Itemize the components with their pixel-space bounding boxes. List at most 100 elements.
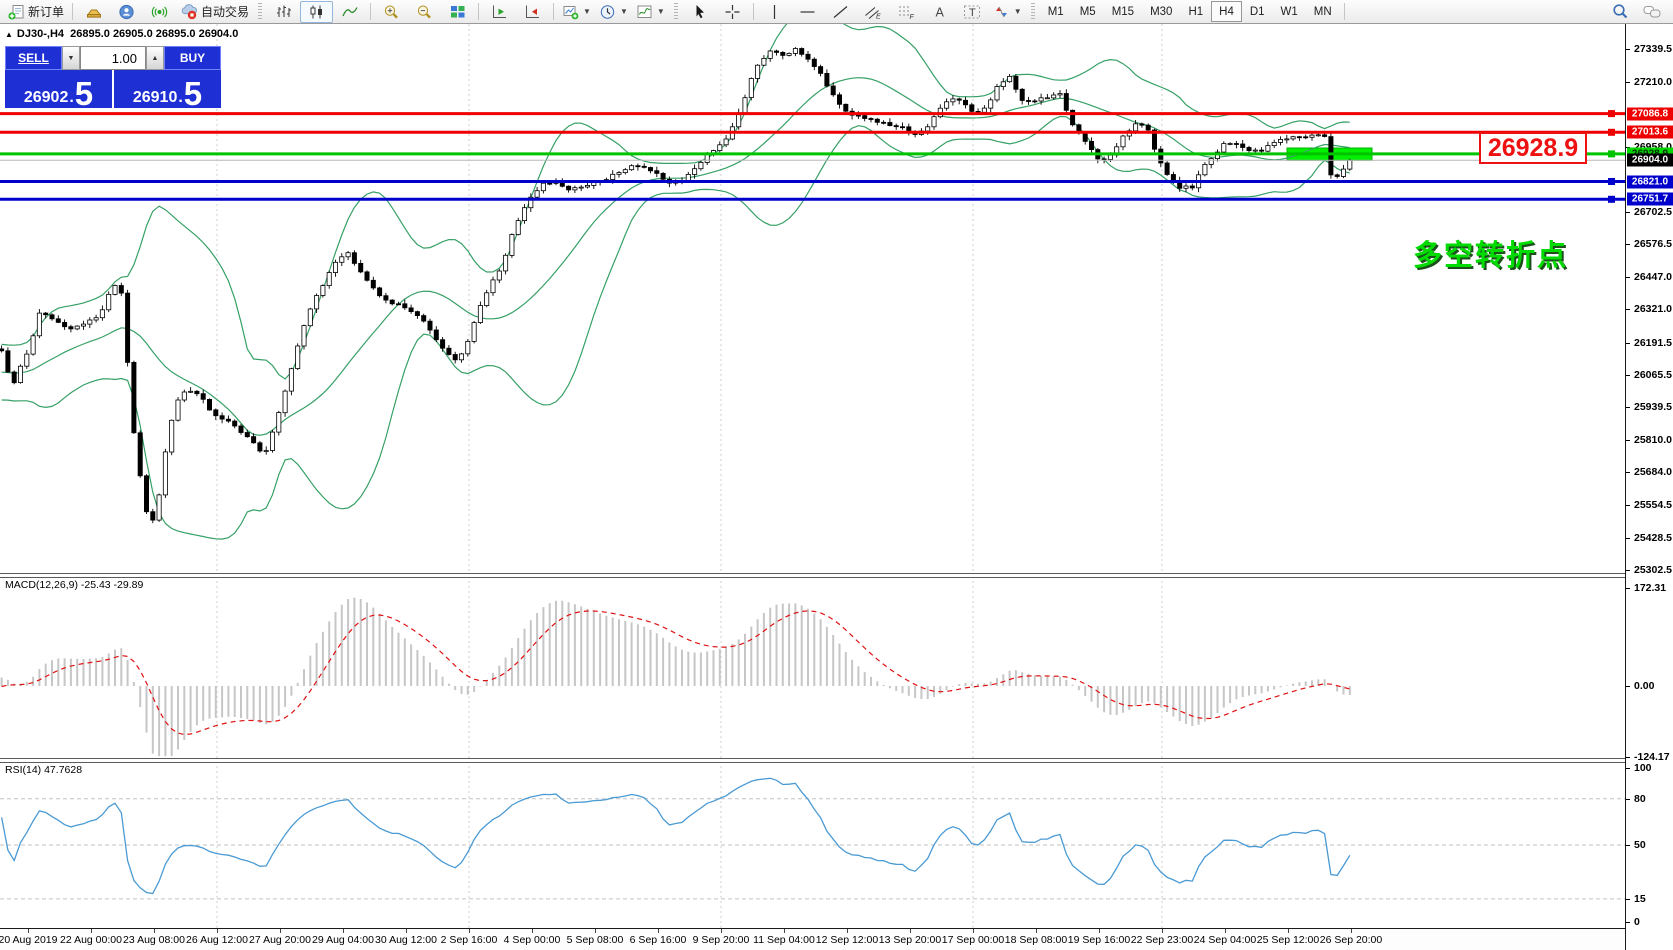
cursor-button[interactable] bbox=[683, 1, 716, 23]
line-handle[interactable] bbox=[1608, 150, 1615, 157]
collapse-panel-icon[interactable]: ▲ bbox=[5, 30, 13, 39]
rsi-axis-tick: 100 bbox=[1634, 762, 1652, 774]
timeframe-button-m15[interactable]: M15 bbox=[1104, 1, 1142, 22]
volume-input[interactable]: 1.00 bbox=[80, 46, 146, 70]
rsi-axis-tick: 15 bbox=[1634, 893, 1646, 905]
text-button[interactable]: A bbox=[923, 1, 956, 23]
x-axis-label: 9 Sep 20:00 bbox=[693, 934, 750, 946]
y-axis-tick: 26191.5 bbox=[1634, 337, 1672, 349]
chat-button[interactable] bbox=[1636, 1, 1669, 23]
axis-tick-mark bbox=[1626, 244, 1630, 245]
indicator-icon bbox=[636, 4, 653, 20]
line-handle[interactable] bbox=[1608, 110, 1615, 117]
indicator-button[interactable]: ▼ bbox=[632, 1, 669, 23]
volume-decrease-button[interactable]: ▼ bbox=[62, 46, 80, 70]
axis-tick-mark bbox=[1626, 799, 1630, 800]
x-axis-label: 22 Sep 23:00 bbox=[1131, 934, 1193, 946]
time-tick-mark bbox=[1288, 929, 1289, 933]
rsi-axis-tick: 80 bbox=[1634, 793, 1646, 805]
label-button[interactable]: T bbox=[956, 1, 989, 23]
new-chart-button[interactable]: ▼ bbox=[558, 1, 595, 23]
period-clock-icon bbox=[599, 4, 616, 20]
x-axis-label: 29 Aug 04:00 bbox=[312, 934, 374, 946]
axis-tick-mark bbox=[1626, 505, 1630, 506]
y-axis-tick: 27210.0 bbox=[1634, 76, 1672, 88]
new-order-button[interactable]: 新订单 bbox=[4, 1, 68, 23]
time-tick-mark bbox=[721, 929, 722, 933]
search-button[interactable] bbox=[1603, 1, 1636, 23]
timeframe-button-m5[interactable]: M5 bbox=[1072, 1, 1104, 22]
timeframe-button-h1[interactable]: H1 bbox=[1180, 1, 1211, 22]
history-button[interactable] bbox=[77, 1, 110, 23]
pane-divider[interactable] bbox=[0, 758, 1625, 763]
horizontal-line-button[interactable] bbox=[791, 1, 824, 23]
period-button[interactable]: ▼ bbox=[595, 1, 632, 23]
toolbar-grip[interactable] bbox=[1031, 3, 1035, 21]
tile-windows-button[interactable] bbox=[441, 1, 474, 23]
timeframe-button-h4[interactable]: H4 bbox=[1211, 1, 1242, 22]
arrows-icon bbox=[993, 4, 1010, 20]
toolbar-separator bbox=[478, 3, 479, 20]
new-order-icon bbox=[8, 4, 25, 20]
channel-button[interactable]: E bbox=[857, 1, 890, 23]
x-axis-label: 18 Sep 08:00 bbox=[1005, 934, 1067, 946]
toolbar-grip[interactable] bbox=[674, 3, 678, 21]
turning-point-annotation[interactable]: 多空转折点 bbox=[1413, 232, 1568, 274]
crosshair-button[interactable] bbox=[716, 1, 749, 23]
y-axis-tick: 25302.5 bbox=[1634, 564, 1672, 576]
y-axis-tick: 26576.5 bbox=[1634, 238, 1672, 250]
fibonacci-button[interactable]: F bbox=[890, 1, 923, 23]
timeframe-button-mn[interactable]: MN bbox=[1306, 1, 1340, 22]
rsi-label: RSI(14) 47.7628 bbox=[5, 764, 82, 776]
rsi-pane-canvas[interactable] bbox=[0, 761, 1625, 928]
pane-divider[interactable] bbox=[0, 573, 1625, 578]
line-handle[interactable] bbox=[1608, 178, 1615, 185]
svg-text:E: E bbox=[876, 13, 881, 20]
sell-price-main: 26902 bbox=[24, 88, 69, 107]
line-handle[interactable] bbox=[1608, 196, 1615, 203]
price-tag: 26904.0 bbox=[1627, 154, 1673, 167]
y-axis-tick: 27339.5 bbox=[1634, 43, 1672, 55]
toolbar-separator bbox=[553, 3, 554, 20]
buy-price[interactable]: 26910 . 5 bbox=[114, 70, 221, 108]
axis-tick-mark bbox=[1626, 472, 1630, 473]
candlestick-button[interactable] bbox=[300, 1, 333, 23]
line-handle[interactable] bbox=[1608, 129, 1615, 136]
y-axis-tick: 25428.5 bbox=[1634, 532, 1672, 544]
axis-tick-mark bbox=[1626, 212, 1630, 213]
axis-tick-mark bbox=[1626, 588, 1630, 589]
line-chart-button[interactable] bbox=[333, 1, 366, 23]
timeframe-button-w1[interactable]: W1 bbox=[1273, 1, 1306, 22]
bar-chart-button[interactable] bbox=[267, 1, 300, 23]
timeframe-button-m1[interactable]: M1 bbox=[1040, 1, 1072, 22]
axis-tick-mark bbox=[1626, 82, 1630, 83]
price-axis[interactable]: 27339.527210.026958.026702.526576.526447… bbox=[1625, 24, 1673, 950]
sell-button[interactable]: SELL bbox=[5, 46, 62, 70]
auto-scroll-button[interactable] bbox=[483, 1, 516, 23]
vertical-line-button[interactable] bbox=[758, 1, 791, 23]
arrows-button[interactable]: ▼ bbox=[989, 1, 1026, 23]
chart-shift-button[interactable] bbox=[516, 1, 549, 23]
buy-button[interactable]: BUY bbox=[164, 46, 221, 70]
x-axis-label: 6 Sep 16:00 bbox=[630, 934, 687, 946]
timeframe-button-m30[interactable]: M30 bbox=[1142, 1, 1180, 22]
auto-trading-button[interactable]: 自动交易 bbox=[176, 1, 253, 23]
toolbar-grip[interactable] bbox=[258, 3, 262, 21]
key-level-price-label[interactable]: 26928.9 bbox=[1479, 132, 1587, 164]
x-axis-label: 11 Sep 04:00 bbox=[753, 934, 815, 946]
cursor-icon bbox=[692, 4, 707, 20]
zoom-in-button[interactable] bbox=[375, 1, 408, 23]
rsi-axis-tick: 50 bbox=[1634, 839, 1646, 851]
main-chart-canvas[interactable] bbox=[0, 24, 1625, 573]
sell-price[interactable]: 26902 . 5 bbox=[5, 70, 112, 108]
symbol-info[interactable]: ▲DJ30-,H4 26895.0 26905.0 26895.0 26904.… bbox=[5, 28, 238, 40]
trendline-button[interactable] bbox=[824, 1, 857, 23]
volume-increase-button[interactable]: ▲ bbox=[146, 46, 164, 70]
zoom-out-button[interactable] bbox=[408, 1, 441, 23]
auto-scroll-icon bbox=[491, 4, 508, 20]
signal-button[interactable] bbox=[143, 1, 176, 23]
time-axis[interactable]: 20 Aug 201922 Aug 00:0023 Aug 08:0026 Au… bbox=[0, 928, 1625, 950]
profile-button[interactable] bbox=[110, 1, 143, 23]
timeframe-button-d1[interactable]: D1 bbox=[1242, 1, 1273, 22]
macd-pane-canvas[interactable] bbox=[0, 576, 1625, 758]
